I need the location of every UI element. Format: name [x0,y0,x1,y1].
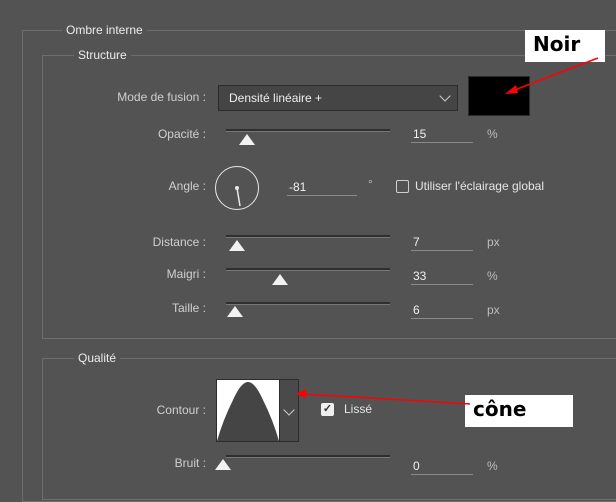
distance-unit: px [487,235,500,249]
size-slider-thumb[interactable] [227,306,243,317]
opacity-slider-thumb[interactable] [239,134,255,145]
angle-dial-needle [235,186,241,207]
inner-shadow-title: Ombre interne [62,23,147,37]
annotation-noir-label: Noir [525,30,605,62]
size-slider-track[interactable] [226,302,390,305]
noise-slider-thumb[interactable] [215,459,231,470]
opacity-input[interactable]: 15 [411,126,473,143]
annotation-cone-label: cône [465,395,573,427]
noise-label: Bruit : [174,456,206,470]
opacity-unit: % [487,127,498,141]
contour-label: Contour : [156,403,206,417]
distance-input[interactable]: 7 [411,234,473,251]
chevron-down-icon [439,90,451,102]
angle-unit: ° [368,177,373,191]
contour-picker[interactable] [216,379,280,442]
noise-input[interactable]: 0 [411,458,473,475]
chevron-down-icon [283,404,295,416]
contour-dropdown-button[interactable] [279,379,299,442]
angle-label: Angle : [168,179,206,193]
global-light-checkbox[interactable] [396,180,409,193]
quality-title: Qualité [74,351,121,365]
choke-unit: % [487,269,498,283]
distance-label: Distance : [152,235,206,249]
cone-contour-icon [217,382,279,441]
choke-slider-thumb[interactable] [272,274,288,285]
blend-mode-value: Densité linéaire + [229,91,323,105]
opacity-slider-track[interactable] [226,129,390,132]
blend-mode-label: Mode de fusion : [117,90,206,104]
choke-slider-track[interactable] [226,268,390,271]
smooth-label[interactable]: Lissé [344,401,372,417]
angle-dial[interactable] [215,166,259,210]
size-label: Taille : [171,301,206,315]
size-input[interactable]: 6 [411,302,473,319]
choke-label: Maigri : [166,267,206,281]
smooth-checkbox[interactable]: ✓ [321,403,334,416]
global-light-label[interactable]: Utiliser l'éclairage global [415,178,544,194]
size-unit: px [487,303,500,317]
quality-group [42,358,616,500]
shadow-color-swatch[interactable] [468,76,530,116]
structure-title: Structure [74,48,131,62]
noise-slider-track[interactable] [226,455,390,458]
blend-mode-select[interactable]: Densité linéaire + [218,85,458,111]
choke-input[interactable]: 33 [411,268,473,285]
distance-slider-thumb[interactable] [229,240,245,251]
distance-slider-track[interactable] [226,235,390,238]
opacity-label: Opacité : [157,127,206,141]
noise-unit: % [487,459,498,473]
angle-input[interactable]: -81 [287,179,357,196]
